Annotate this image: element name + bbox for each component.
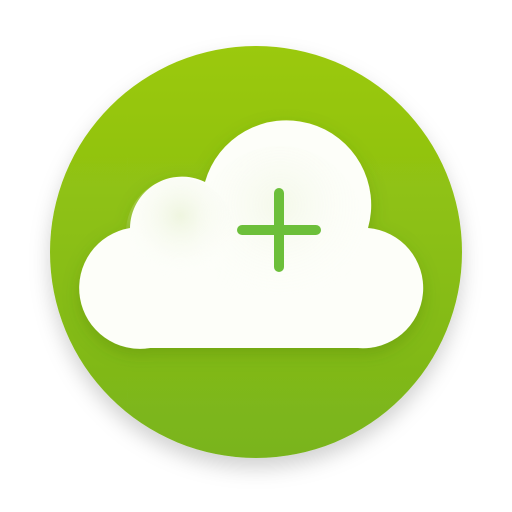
app-icon-canvas: [0, 0, 512, 512]
cloud-add-icon: [50, 46, 462, 458]
